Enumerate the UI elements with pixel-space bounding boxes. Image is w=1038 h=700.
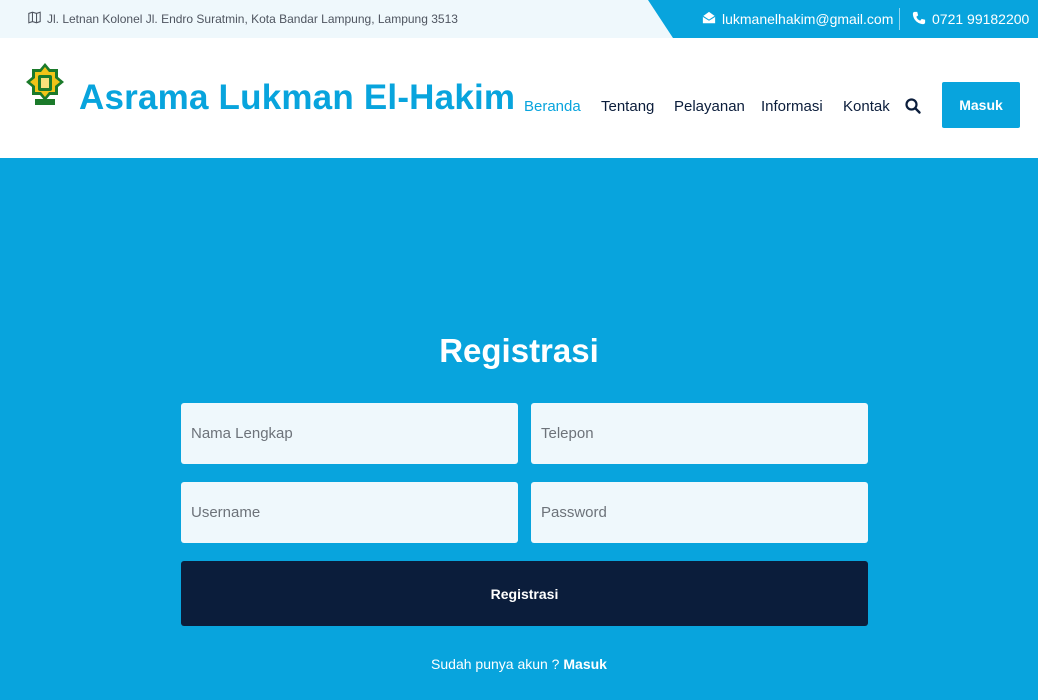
search-icon[interactable]	[904, 97, 922, 115]
phone-text: 0721 99182200	[932, 11, 1030, 27]
login-prompt-text: Sudah punya akun ?	[431, 656, 560, 672]
logo[interactable]	[25, 62, 65, 106]
full-name-field[interactable]	[181, 403, 518, 464]
address-text: Jl. Letnan Kolonel Jl. Endro Suratmin, K…	[47, 12, 458, 26]
nav-beranda[interactable]: Beranda	[524, 98, 581, 115]
nav-pelayanan[interactable]: Pelayanan	[674, 98, 745, 115]
username-field[interactable]	[181, 482, 518, 543]
password-field[interactable]	[531, 482, 868, 543]
login-button[interactable]: Masuk	[942, 82, 1020, 128]
email-text: lukmanelhakim@gmail.com	[722, 11, 894, 27]
register-button[interactable]: Registrasi	[181, 561, 868, 626]
divider	[899, 8, 900, 30]
login-prompt: Sudah punya akun ? Masuk	[0, 656, 1038, 672]
nav-informasi[interactable]: Informasi	[761, 98, 823, 115]
page-title: Registrasi	[439, 332, 599, 369]
top-bar: Jl. Letnan Kolonel Jl. Endro Suratmin, K…	[0, 0, 1038, 38]
nav-kontak[interactable]: Kontak	[843, 98, 890, 115]
phone-link[interactable]: 0721 99182200	[912, 0, 1029, 38]
brand-name[interactable]: Asrama Lukman El-Hakim	[79, 78, 515, 118]
envelope-icon	[702, 11, 716, 28]
phone-icon	[912, 11, 926, 28]
site-header: Asrama Lukman El-Hakim Beranda Tentang P…	[0, 38, 1038, 158]
map-icon	[28, 11, 41, 27]
nav-tentang[interactable]: Tentang	[601, 98, 654, 115]
address: Jl. Letnan Kolonel Jl. Endro Suratmin, K…	[28, 0, 458, 38]
phone-field[interactable]	[531, 403, 868, 464]
login-link[interactable]: Masuk	[563, 656, 607, 672]
email-link[interactable]: lukmanelhakim@gmail.com	[702, 0, 893, 38]
